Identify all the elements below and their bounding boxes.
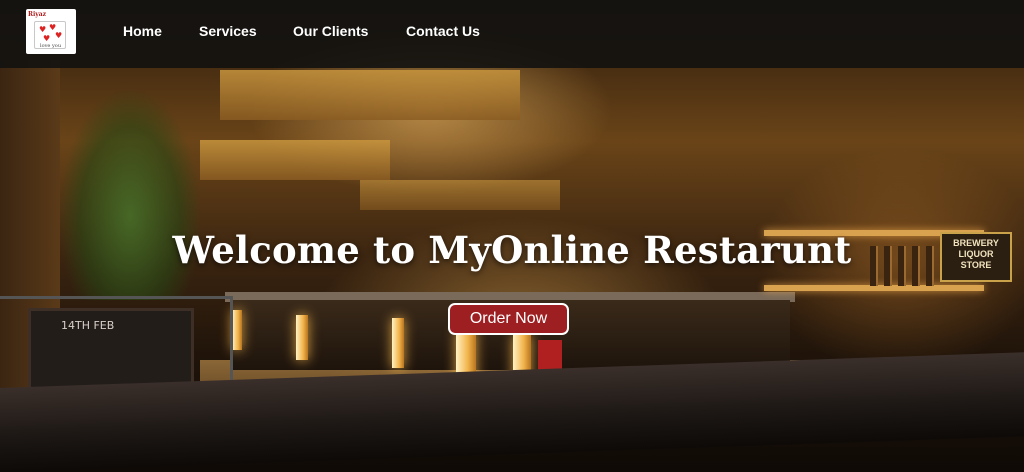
chalkboard-text: 14TH FEB	[61, 319, 115, 332]
ceiling-light-panel	[360, 180, 560, 210]
logo-sub-text: love you	[40, 43, 62, 49]
logo-brand-text: Riyaz	[28, 11, 47, 18]
heart-icon: ♥	[43, 34, 51, 43]
ceiling-light-panel	[220, 70, 520, 120]
nav-link-our-clients[interactable]: Our Clients	[293, 23, 368, 39]
heart-icon: ♥	[39, 25, 47, 34]
order-now-button[interactable]: Order Now	[448, 303, 569, 335]
hero-title: Welcome to MyOnline Restarunt	[172, 228, 852, 272]
nav-link-home[interactable]: Home	[123, 23, 162, 39]
nav-link-contact-us[interactable]: Contact Us	[406, 23, 480, 39]
heart-icon: ♥	[55, 31, 63, 40]
site-logo[interactable]: Riyaz ♥ ♥ ♥ ♥ love you	[26, 9, 76, 54]
top-navbar: Riyaz ♥ ♥ ♥ ♥ love you Home Services Our…	[0, 0, 1024, 68]
lit-column	[392, 318, 404, 368]
lit-column	[296, 315, 308, 360]
ceiling-light-panel	[200, 140, 390, 180]
lit-column	[232, 310, 242, 350]
nav-link-services[interactable]: Services	[199, 23, 257, 39]
